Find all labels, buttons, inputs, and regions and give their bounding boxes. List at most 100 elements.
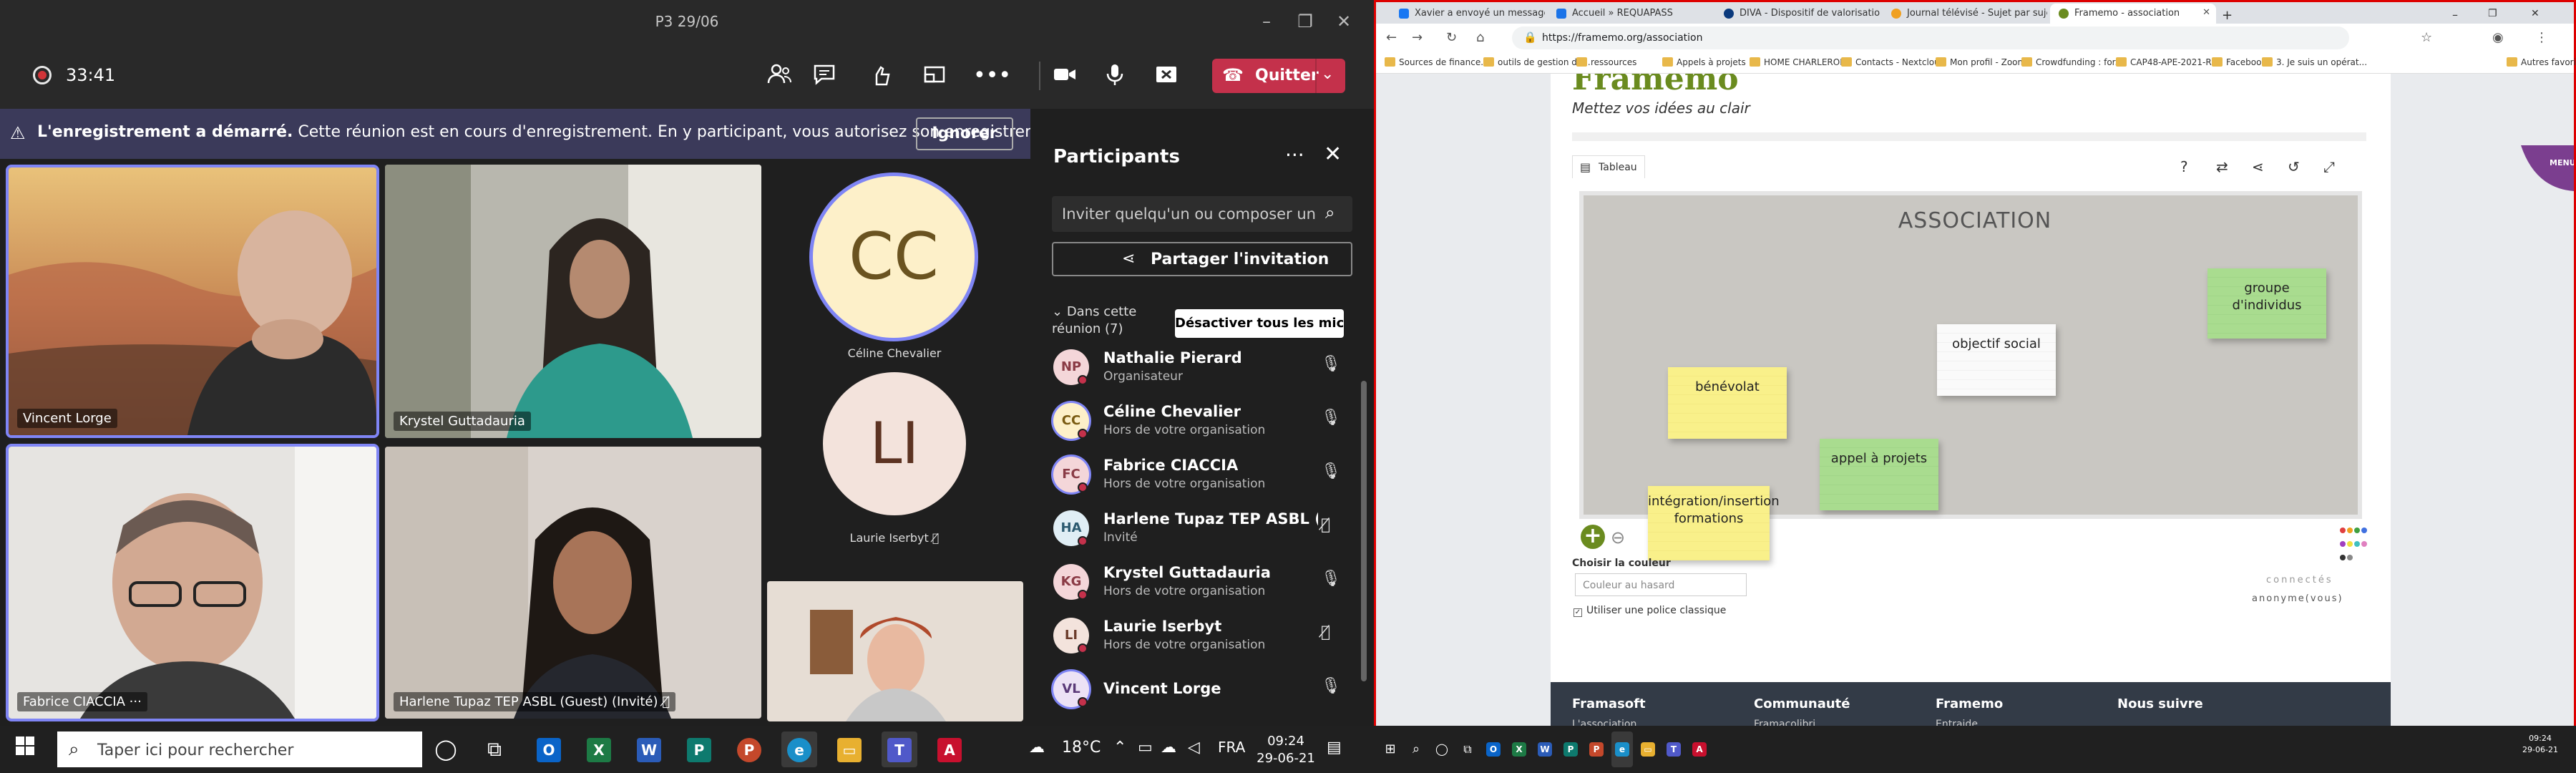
participants-icon[interactable] [766,63,794,89]
mic-off-icon[interactable]: 🎙̸ [1321,623,1330,641]
video-tile[interactable]: Krystel Guttadauria [385,165,761,438]
checkbox[interactable]: ✓ [1574,608,1582,617]
invite-search-input[interactable]: Inviter quelqu'un ou composer un numéro … [1052,196,1352,232]
chevron-down-icon[interactable]: ⌄ [1321,65,1334,83]
share-invitation-button[interactable]: ⋖ Partager l'invitation [1052,242,1352,276]
sticky-note[interactable]: objectif social [1937,324,2056,396]
browser-tab[interactable]: DIVA - Dispositif de valorisation [1715,4,1880,24]
menu-corner[interactable]: MENU [2521,145,2574,191]
close-panel-icon[interactable]: ✕ [1324,142,1342,167]
anonymous-user[interactable]: anonyme(vous) [2252,593,2343,604]
footer-link[interactable]: Entraide [1936,719,2003,726]
search-icon[interactable]: ⌕ [1405,731,1427,767]
publisher-icon[interactable]: P [1560,731,1581,767]
color-palette[interactable] [2339,523,2368,564]
home-icon[interactable]: ⌂ [1476,30,1484,45]
microphone-icon[interactable]: 🎙 [1321,677,1341,695]
history-icon[interactable]: ↺ [2288,158,2300,175]
language-indicator[interactable]: FRA [1218,739,1245,756]
microphone-icon[interactable]: 🎙 [1321,462,1341,480]
browser-tab[interactable]: Xavier a envoyé un message à vous [1390,4,1545,24]
board-tab[interactable]: ▤ Tableau [1572,155,1645,178]
mute-all-button[interactable]: Désactiver tous les micros [1175,309,1344,338]
participant-row[interactable]: NP Nathalie Pierard Organisateur 🎙 [1052,341,1352,392]
microphone-icon[interactable]: 🎙 [1321,570,1341,588]
self-view[interactable] [767,581,1023,721]
share-icon[interactable]: ⋖ [2252,158,2264,175]
publisher-icon[interactable]: P [681,731,717,767]
windows-start-icon[interactable]: ⊞ [1380,731,1401,767]
cloud-icon[interactable]: ☁ [1161,739,1176,757]
powerpoint-icon[interactable]: P [1586,731,1607,767]
microphone-icon[interactable]: 🎙 [1321,355,1341,373]
video-tile[interactable]: Fabrice CIACCIA ··· [6,444,379,721]
excel-icon[interactable]: X [1508,731,1530,767]
outlook-icon[interactable]: O [531,731,567,767]
acrobat-icon[interactable]: A [932,731,967,767]
leave-button[interactable]: ☎ Quitter ⌄ [1212,59,1345,93]
notifications-icon[interactable]: ▤ [1327,739,1342,757]
bookmark-item[interactable]: Facebook [2212,57,2266,67]
browser-tab-active[interactable]: Framemo - association ✕ [2050,4,2216,24]
ignore-button[interactable]: Ignorer [916,117,1013,150]
edge-icon[interactable]: e [781,731,817,767]
powerpoint-icon[interactable]: P [731,731,767,767]
participant-row[interactable]: FC Fabrice CIACCIA Hors de votre organisat… [1052,448,1352,500]
extensions-icon[interactable]: ☆ [2421,30,2432,45]
participant-row[interactable]: LI Laurie Iserbyt Hors de votre organisati… [1052,609,1352,661]
maximize-icon[interactable]: ❐ [2478,4,2507,24]
bookmark-item[interactable]: 3. Je suis un opérat... [2262,57,2367,67]
cortana-icon[interactable]: ◯ [428,731,464,767]
network-icon[interactable]: ▭ [1138,739,1153,757]
tray-chevron-icon[interactable]: ⌃ [1113,739,1126,757]
mic-off-icon[interactable]: 🎙̸ [1321,516,1330,534]
forward-icon[interactable]: → [1412,30,1423,45]
rooms-icon[interactable] [920,63,949,89]
microphone-icon[interactable]: 🎙 [1321,409,1341,427]
bookmark-item[interactable]: CAP48-APE-2021-R... [2116,57,2220,67]
acrobat-icon[interactable]: A [1689,731,1710,767]
classic-font-option[interactable]: ✓ Utiliser une police classique [1574,605,1726,617]
teams-icon[interactable]: T [1663,731,1684,767]
board-title[interactable]: ASSOCIATION [1584,208,2366,233]
footer-link[interactable]: L'association [1572,719,1646,726]
close-tab-icon[interactable]: ✕ [2202,7,2210,18]
sticky-note[interactable]: groupe d'individus [2207,268,2326,339]
outlook-icon[interactable]: O [1483,731,1504,767]
stop-share-icon[interactable] [1152,63,1181,89]
more-options-icon[interactable]: ··· [130,694,142,709]
new-tab-icon[interactable]: + [2216,4,2238,24]
bookmark-item[interactable]: ressources [1576,57,1636,67]
word-icon[interactable]: W [1534,731,1556,767]
bookmark-item[interactable]: Crowdfunding : for... [2021,57,2123,67]
zoom-out-icon[interactable]: ⊖ [1611,528,1625,548]
reload-icon[interactable]: ↻ [1446,30,1457,45]
sticky-note[interactable]: appel à projets [1820,439,1938,510]
color-input[interactable]: Couleur au hasard [1575,573,1747,596]
memo-board[interactable]: ASSOCIATION groupe d'individus objectif … [1579,191,2362,519]
task-view-icon[interactable]: ⧉ [1457,731,1478,767]
sticky-note[interactable]: bénévolat [1668,367,1787,439]
fullscreen-icon[interactable]: ⤢ [2323,158,2335,175]
framemo-logo[interactable]: Framemo [1572,74,1739,97]
sticky-note[interactable]: intégration/insertion formations [1648,486,1780,560]
weather-temp[interactable]: 18°C [1062,739,1101,757]
video-tile[interactable]: Vincent Lorge [6,165,379,438]
bookmark-item[interactable]: Mon profil - Zoom [1936,57,2026,67]
url-input[interactable]: 🔒 https://framemo.org/association [1512,26,2349,49]
reactions-icon[interactable] [869,63,897,89]
video-tile[interactable]: Harlene Tupaz TEP ASBL (Guest) (Invité) … [385,447,761,719]
browser-tab[interactable]: Accueil » REQUAPASS [1548,4,1712,24]
back-icon[interactable]: ← [1386,30,1397,45]
participant-row[interactable]: KG Krystel Guttadauria Hors de votre organ… [1052,555,1352,607]
file-explorer-icon[interactable]: ▭ [831,731,867,767]
minimize-icon[interactable]: – [2442,4,2471,24]
edge-icon[interactable]: e [1611,731,1633,767]
sort-icon[interactable]: ⇄ [2216,158,2228,175]
taskbar-clock[interactable]: 09:24 29-06-21 [1254,733,1318,767]
menu-icon[interactable]: ⋮ [2535,30,2548,45]
scrollbar[interactable] [1361,381,1367,681]
bookmark-item[interactable]: Appels à projets [1662,57,1746,67]
word-icon[interactable]: W [631,731,667,767]
camera-icon[interactable] [1050,63,1079,89]
